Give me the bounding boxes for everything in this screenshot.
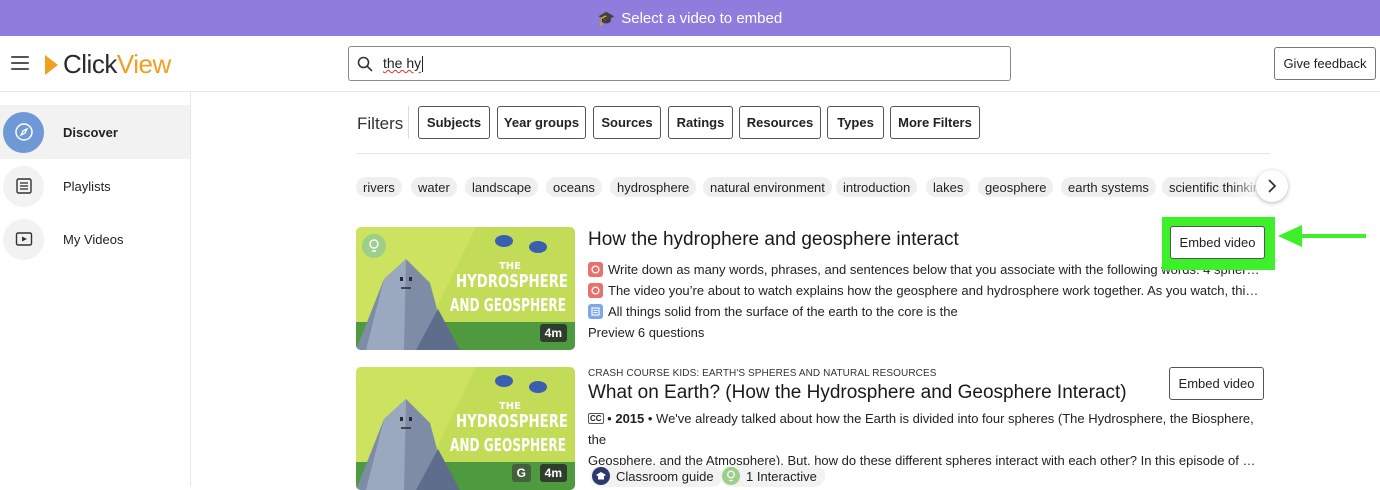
play-icon bbox=[3, 218, 44, 260]
lightbulb-icon bbox=[722, 467, 740, 485]
multiple-choice-icon bbox=[588, 304, 603, 319]
tag-introduction[interactable]: introduction bbox=[836, 177, 918, 197]
tag-natural-environment[interactable]: natural environment bbox=[703, 177, 832, 197]
tag-lakes[interactable]: lakes bbox=[926, 177, 971, 197]
video-description: CC • 2015 • We've already talked about h… bbox=[588, 408, 1264, 471]
embed-video-button-1[interactable]: Embed video bbox=[1170, 226, 1265, 259]
video-thumbnail-1[interactable]: THE HYDROSPHERE AND GEOSPHERE 4m bbox=[356, 227, 575, 350]
svg-text:HYDROSPHERE: HYDROSPHERE bbox=[456, 411, 568, 432]
tag-earth-systems[interactable]: earth systems bbox=[1061, 177, 1156, 197]
closed-captions-icon: CC bbox=[588, 413, 604, 424]
lightbulb-icon bbox=[362, 234, 386, 258]
filter-subjects-button[interactable]: Subjects bbox=[418, 106, 490, 139]
release-year: 2015 bbox=[615, 411, 645, 426]
hamburger-menu-icon[interactable] bbox=[11, 56, 29, 70]
video-title-2[interactable]: What on Earth? (How the Hydrosphere and … bbox=[588, 382, 1127, 404]
give-feedback-button[interactable]: Give feedback bbox=[1274, 47, 1376, 80]
graduation-cap-icon: 🎓 bbox=[597, 9, 616, 26]
question-2: The video you’re about to watch explains… bbox=[588, 283, 1264, 298]
rating-badge: G bbox=[511, 464, 531, 482]
chevron-right-icon bbox=[1268, 179, 1277, 193]
more-filters-button[interactable]: More Filters bbox=[890, 106, 980, 139]
sidebar-item-my-videos[interactable]: My Videos bbox=[0, 212, 190, 266]
filters-divider bbox=[408, 106, 409, 139]
graduation-cap-icon bbox=[592, 467, 610, 485]
question-icon bbox=[588, 283, 603, 298]
divider bbox=[356, 153, 1270, 154]
filter-year-groups-button[interactable]: Year groups bbox=[497, 106, 586, 139]
video-title-1[interactable]: How the hydrophere and geosphere interac… bbox=[588, 229, 959, 251]
banner-text: Select a video to embed bbox=[621, 9, 783, 27]
question-icon bbox=[588, 262, 603, 277]
compass-icon bbox=[3, 111, 44, 153]
filter-sources-button[interactable]: Sources bbox=[593, 106, 661, 139]
embed-video-button-2[interactable]: Embed video bbox=[1169, 367, 1264, 400]
series-label[interactable]: CRASH COURSE KIDS: EARTH'S SPHERES AND N… bbox=[588, 368, 937, 379]
svg-text:AND GEOSPHERE: AND GEOSPHERE bbox=[450, 435, 566, 456]
embed-banner: 🎓 Select a video to embed bbox=[0, 0, 1380, 36]
filters-label: Filters bbox=[357, 114, 404, 133]
question-3: All things solid from the surface of the… bbox=[588, 304, 1264, 319]
tag-landscape[interactable]: landscape bbox=[465, 177, 539, 197]
sidebar-item-playlists[interactable]: Playlists bbox=[0, 159, 190, 213]
arrow-left-icon bbox=[1278, 225, 1366, 247]
tag-water[interactable]: water bbox=[411, 177, 457, 197]
tag-geosphere[interactable]: geosphere bbox=[978, 177, 1054, 197]
logo-triangle-icon bbox=[45, 54, 58, 75]
search-icon bbox=[357, 56, 373, 71]
video-thumbnail-2[interactable]: THE HYDROSPHERE AND GEOSPHERE G 4m bbox=[356, 367, 575, 490]
tag-rivers[interactable]: rivers bbox=[356, 177, 402, 197]
description-line-1: We've already talked about how the Earth… bbox=[588, 411, 1254, 447]
classroom-guide-chip[interactable]: Classroom guide bbox=[590, 465, 722, 487]
tag-hydrosphere[interactable]: hydrosphere bbox=[610, 177, 697, 197]
svg-text:AND GEOSPHERE: AND GEOSPHERE bbox=[450, 295, 566, 316]
filter-types-button[interactable]: Types bbox=[827, 106, 884, 139]
tags-next-button[interactable] bbox=[1256, 170, 1288, 202]
list-icon bbox=[3, 165, 44, 207]
tag-oceans[interactable]: oceans bbox=[546, 177, 602, 197]
svg-text:HYDROSPHERE: HYDROSPHERE bbox=[456, 271, 568, 292]
filter-resources-button[interactable]: Resources bbox=[739, 106, 821, 139]
preview-questions-link[interactable]: Preview 6 questions bbox=[588, 325, 704, 340]
duration-badge: 4m bbox=[539, 324, 567, 342]
sidebar: Discover Playlists My Videos bbox=[0, 92, 191, 486]
duration-badge: 4m bbox=[539, 464, 567, 482]
header: Click View the hy Give feedback bbox=[0, 36, 1380, 92]
filter-ratings-button[interactable]: Ratings bbox=[668, 106, 733, 139]
sidebar-item-discover[interactable]: Discover bbox=[0, 105, 190, 159]
interactive-chip[interactable]: 1 Interactive bbox=[720, 465, 825, 487]
clickview-logo[interactable]: Click View bbox=[45, 49, 171, 80]
search-value: the hy bbox=[383, 54, 424, 73]
search-input[interactable]: the hy bbox=[348, 46, 1011, 81]
